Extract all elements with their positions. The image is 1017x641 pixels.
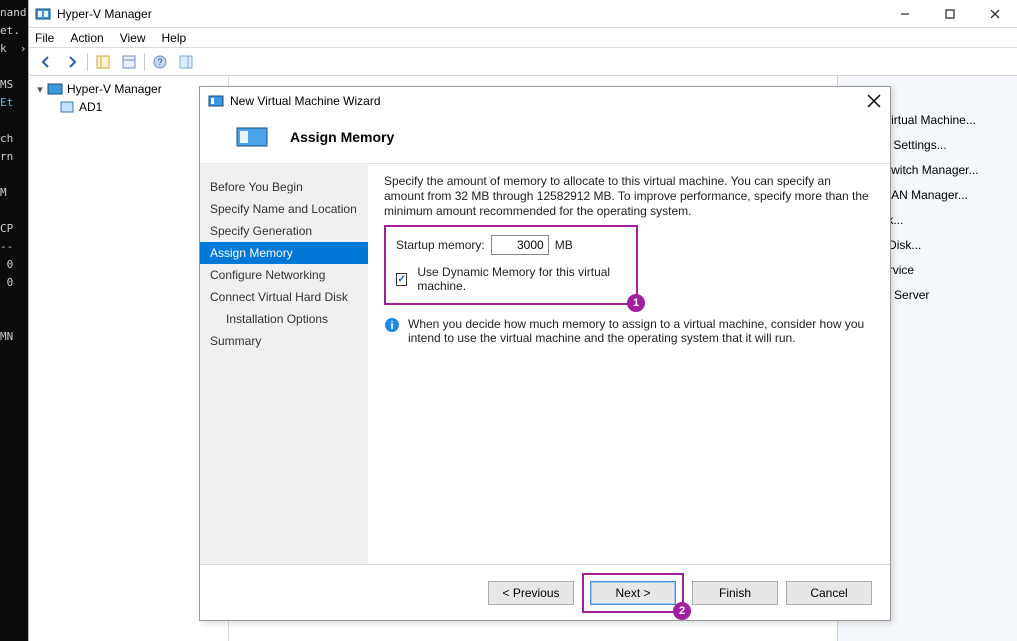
cancel-button[interactable]: Cancel [786, 581, 872, 605]
step-install-options[interactable]: Installation Options [200, 308, 368, 330]
toolbar: ? [29, 48, 1017, 76]
help-button[interactable]: ? [149, 51, 171, 73]
close-button[interactable] [972, 0, 1017, 28]
step-connect-vhd[interactable]: Connect Virtual Hard Disk [200, 286, 368, 308]
wizard-icon [208, 93, 224, 109]
annotation-1-box: Startup memory: MB ✓ Use Dynamic Memory … [384, 225, 638, 305]
step-assign-memory[interactable]: Assign Memory [200, 242, 368, 264]
dialog-footer: < Previous Next > 2 Finish Cancel [200, 564, 890, 620]
minimize-button[interactable] [882, 0, 927, 28]
window-title: Hyper-V Manager [57, 7, 152, 21]
info-icon: i [384, 317, 400, 333]
menu-help[interactable]: Help [162, 31, 187, 45]
wizard-steps: Before You Begin Specify Name and Locati… [200, 164, 368, 565]
annotation-2-box: Next > 2 [582, 573, 684, 613]
hyperv-icon [35, 6, 51, 22]
step-summary[interactable]: Summary [200, 330, 368, 352]
tree-child-label: AD1 [79, 100, 102, 114]
dynamic-memory-checkbox[interactable]: ✓ [396, 273, 407, 286]
maximize-button[interactable] [927, 0, 972, 28]
forward-button[interactable] [61, 51, 83, 73]
dialog-header-title: Assign Memory [290, 129, 394, 145]
previous-button[interactable]: < Previous [488, 581, 574, 605]
show-actions-button[interactable] [175, 51, 197, 73]
menu-view[interactable]: View [120, 31, 146, 45]
svg-text:i: i [390, 320, 393, 332]
hyperv-icon [47, 81, 63, 97]
background-terminal: nandet.k › MSEt chrn M CP-- 0 0 MN [0, 0, 28, 641]
next-button[interactable]: Next > [590, 581, 676, 605]
step-specify-generation[interactable]: Specify Generation [200, 220, 368, 242]
step-configure-network[interactable]: Configure Networking [200, 264, 368, 286]
show-hide-tree-button[interactable] [92, 51, 114, 73]
tree-root-label: Hyper-V Manager [67, 82, 162, 96]
server-icon [59, 99, 75, 115]
startup-memory-input[interactable] [491, 235, 549, 255]
annotation-badge-2: 2 [673, 602, 691, 620]
step-before-you-begin[interactable]: Before You Begin [200, 176, 368, 198]
svg-text:?: ? [157, 57, 162, 67]
dynamic-memory-label: Use Dynamic Memory for this virtual mach… [417, 265, 626, 293]
menubar: File Action View Help [29, 28, 1017, 48]
finish-button[interactable]: Finish [692, 581, 778, 605]
memory-description: Specify the amount of memory to allocate… [384, 174, 874, 219]
step-specify-name[interactable]: Specify Name and Location [200, 198, 368, 220]
wizard-content: Specify the amount of memory to allocate… [368, 164, 890, 565]
dialog-title: New Virtual Machine Wizard [230, 94, 381, 108]
startup-memory-label: Startup memory: [396, 238, 485, 252]
header-icon [236, 125, 268, 149]
dialog-close-button[interactable] [866, 93, 882, 109]
back-button[interactable] [35, 51, 57, 73]
menu-action[interactable]: Action [70, 31, 103, 45]
dialog-titlebar: New Virtual Machine Wizard [200, 87, 890, 115]
hyperv-window: Hyper-V Manager File Action View Help ? [28, 0, 1017, 641]
memory-info-text: When you decide how much memory to assig… [408, 317, 874, 345]
new-vm-wizard-dialog: New Virtual Machine Wizard Assign Memory… [199, 86, 891, 621]
dialog-header: Assign Memory [200, 115, 890, 164]
menu-file[interactable]: File [35, 31, 54, 45]
annotation-badge-1: 1 [627, 294, 645, 312]
properties-button[interactable] [118, 51, 140, 73]
startup-memory-unit: MB [555, 238, 573, 252]
titlebar: Hyper-V Manager [29, 0, 1017, 28]
